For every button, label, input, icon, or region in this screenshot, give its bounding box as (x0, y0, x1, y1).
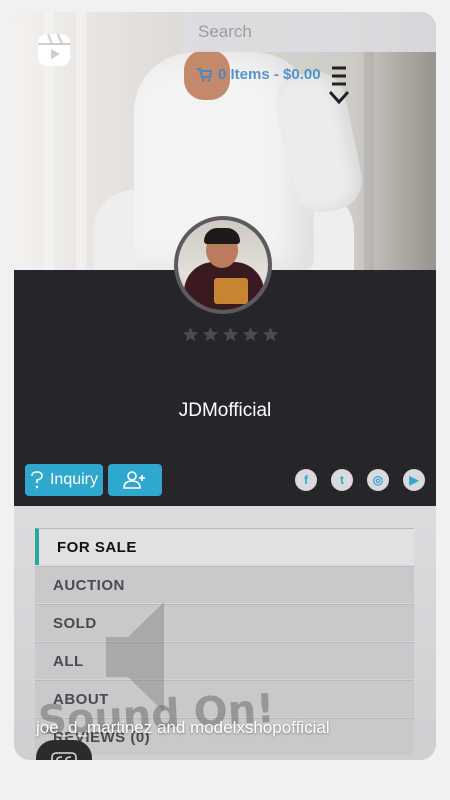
star-icon (202, 326, 219, 342)
youtube-icon[interactable]: ▶ (403, 469, 425, 491)
inquiry-button[interactable]: Inquiry (25, 464, 103, 496)
captions-button[interactable] (36, 740, 92, 760)
star-icon (242, 326, 259, 342)
tab-auction[interactable]: AUCTION (35, 566, 414, 603)
captions-icon (51, 752, 77, 760)
star-icon (182, 326, 199, 342)
menu-icon[interactable] (324, 64, 354, 110)
question-icon (31, 471, 43, 489)
profile-username: JDMofficial (178, 400, 272, 421)
facebook-icon[interactable]: f (295, 469, 317, 491)
tab-for-sale[interactable]: FOR SALE (35, 528, 414, 565)
search-input[interactable]: Search (182, 12, 436, 52)
avatar (174, 216, 272, 314)
social-links: f t ◎ ▶ (295, 469, 425, 491)
instagram-icon[interactable]: ◎ (367, 469, 389, 491)
tab-sold[interactable]: SOLD (35, 604, 414, 641)
reels-icon[interactable] (36, 32, 72, 68)
cart-icon (197, 67, 212, 81)
cart-summary[interactable]: 0 Items - $0.00 (196, 66, 321, 83)
cart-label: 0 Items - $0.00 (218, 66, 321, 83)
add-user-icon (123, 471, 145, 489)
reel-card: Search 0 Items - $0.00 JDMofficial Inqui… (14, 12, 436, 760)
add-user-button[interactable] (108, 464, 162, 496)
star-icon (222, 326, 239, 342)
reel-caption: joe_d_martinez and modelxshopofficial (36, 718, 330, 737)
twitter-icon[interactable]: t (331, 469, 353, 491)
star-icon (262, 326, 279, 342)
tab-all[interactable]: ALL (35, 642, 414, 679)
rating-stars (182, 326, 279, 343)
search-placeholder: Search (198, 22, 252, 41)
inquiry-label: Inquiry (49, 471, 99, 488)
